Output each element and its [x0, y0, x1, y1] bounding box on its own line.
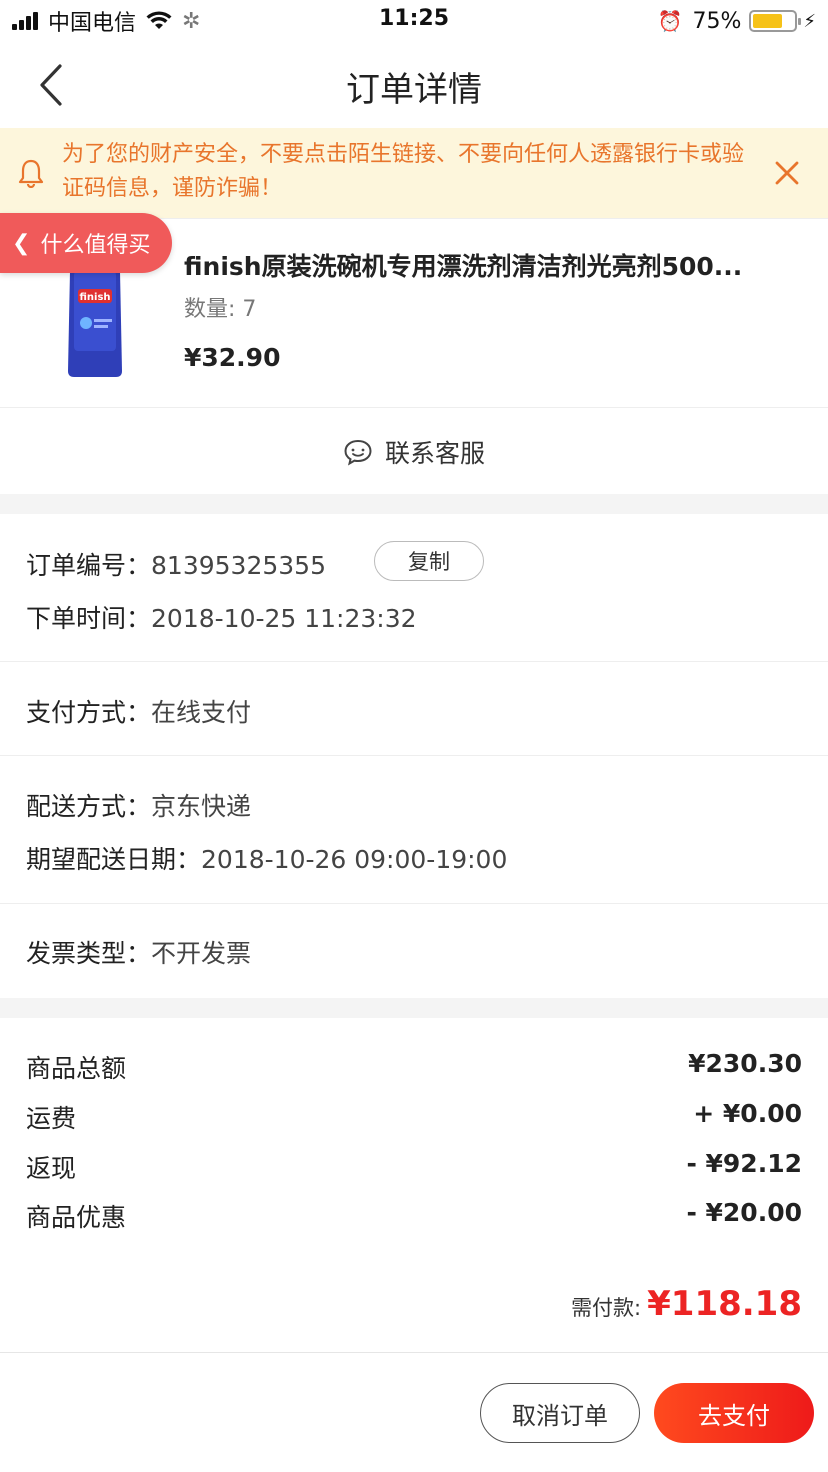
summary-row-discount: 商品优惠 - ¥20.00	[26, 1198, 802, 1234]
bell-icon	[18, 159, 44, 188]
action-footer: 取消订单 去支付	[0, 1352, 828, 1472]
order-time-value: 2018-10-25 11:23:32	[151, 604, 417, 633]
status-bar: 中国电信 ✲ 11:25 ⏰ 75% ⚡	[0, 0, 828, 42]
summary-amount: - ¥20.00	[686, 1198, 802, 1227]
alarm-clock-icon: ⏰	[657, 9, 683, 33]
order-number-label: 订单编号：	[26, 551, 152, 580]
summary-amount: - ¥92.12	[686, 1149, 802, 1178]
payment-method-value: 在线支付	[151, 698, 252, 727]
cancel-order-button[interactable]: 取消订单	[480, 1383, 640, 1443]
invoice-type-value: 不开发票	[151, 939, 252, 968]
delivery-method-label: 配送方式：	[26, 792, 152, 821]
contact-service-label: 联系客服	[384, 438, 485, 468]
charging-bolt-icon: ⚡	[803, 10, 816, 32]
battery-fill	[753, 14, 783, 28]
battery-percent: 75%	[692, 8, 742, 34]
pay-button[interactable]: 去支付	[654, 1383, 814, 1443]
expected-date-value: 2018-10-26 09:00-19:00	[201, 845, 508, 874]
delivery-method-row: 配送方式：京东快递	[26, 787, 251, 823]
copy-order-number-button[interactable]: 复制	[374, 541, 484, 581]
expected-date-row: 期望配送日期：2018-10-26 09:00-19:00	[26, 840, 507, 876]
page-title: 订单详情	[346, 70, 482, 110]
summary-label: 返现	[26, 1154, 77, 1183]
close-icon[interactable]	[774, 160, 800, 186]
amount-due: 需付款: ¥118.18	[571, 1284, 802, 1324]
invoice-type-row: 发票类型：不开发票	[26, 934, 251, 970]
return-to-app-pill[interactable]: ❮ 什么值得买	[0, 213, 173, 273]
price-summary-section: 商品总额 ¥230.30 运费 + ¥0.00 返现 - ¥92.12 商品优惠…	[0, 1018, 828, 1352]
product-image-brand: finish	[79, 292, 110, 303]
product-name[interactable]: finish原装洗碗机专用漂洗剂清洁剂光亮剂500...	[184, 247, 804, 283]
product-quantity: 数量: 7	[184, 297, 257, 322]
order-time-label: 下单时间：	[26, 604, 152, 633]
status-right: ⏰ 75% ⚡	[658, 6, 816, 36]
order-info-section: 订单编号：81395325355 复制 下单时间：2018-10-25 11:2…	[0, 514, 828, 998]
order-number-value: 81395325355	[151, 551, 326, 580]
product-price: ¥32.90	[184, 343, 281, 372]
chat-bubble-icon	[344, 439, 372, 466]
warning-text: 为了您的财产安全，不要点击陌生链接、不要向任何人透露银行卡或验证码信息，谨防诈骗…	[62, 142, 745, 201]
expected-date-label: 期望配送日期：	[26, 845, 202, 874]
summary-amount: + ¥0.00	[693, 1099, 802, 1128]
payment-method-row: 支付方式：在线支付	[26, 693, 251, 729]
security-warning-banner: 为了您的财产安全，不要点击陌生链接、不要向任何人透露银行卡或验证码信息，谨防诈骗…	[0, 128, 828, 218]
amount-due-value: ¥118.18	[647, 1284, 802, 1324]
order-number-row: 订单编号：81395325355	[26, 546, 326, 582]
summary-amount: ¥230.30	[688, 1049, 802, 1078]
divider	[0, 661, 828, 662]
summary-row-shipping: 运费 + ¥0.00	[26, 1099, 802, 1135]
nav-bar: 订单详情	[0, 42, 828, 128]
return-pill-label: 什么值得买	[40, 233, 151, 258]
order-time-row: 下单时间：2018-10-25 11:23:32	[26, 599, 417, 635]
chevron-left-icon: ❮	[12, 230, 31, 256]
divider	[0, 755, 828, 756]
summary-row-cashback: 返现 - ¥92.12	[26, 1149, 802, 1185]
product-card[interactable]: finish ❮ 什么值得买 finish原装洗碗机专用漂洗剂清洁剂光亮剂500…	[0, 213, 828, 495]
battery-icon	[749, 10, 802, 32]
summary-label: 商品总额	[26, 1054, 127, 1083]
divider	[0, 903, 828, 904]
payment-method-label: 支付方式：	[26, 698, 152, 727]
summary-row-subtotal: 商品总额 ¥230.30	[26, 1049, 802, 1085]
summary-label: 商品优惠	[26, 1203, 127, 1232]
invoice-type-label: 发票类型：	[26, 939, 152, 968]
amount-due-label: 需付款:	[571, 1296, 642, 1320]
contact-service-button[interactable]: 联系客服	[0, 408, 828, 495]
summary-label: 运费	[26, 1104, 77, 1133]
delivery-method-value: 京东快递	[151, 792, 252, 821]
